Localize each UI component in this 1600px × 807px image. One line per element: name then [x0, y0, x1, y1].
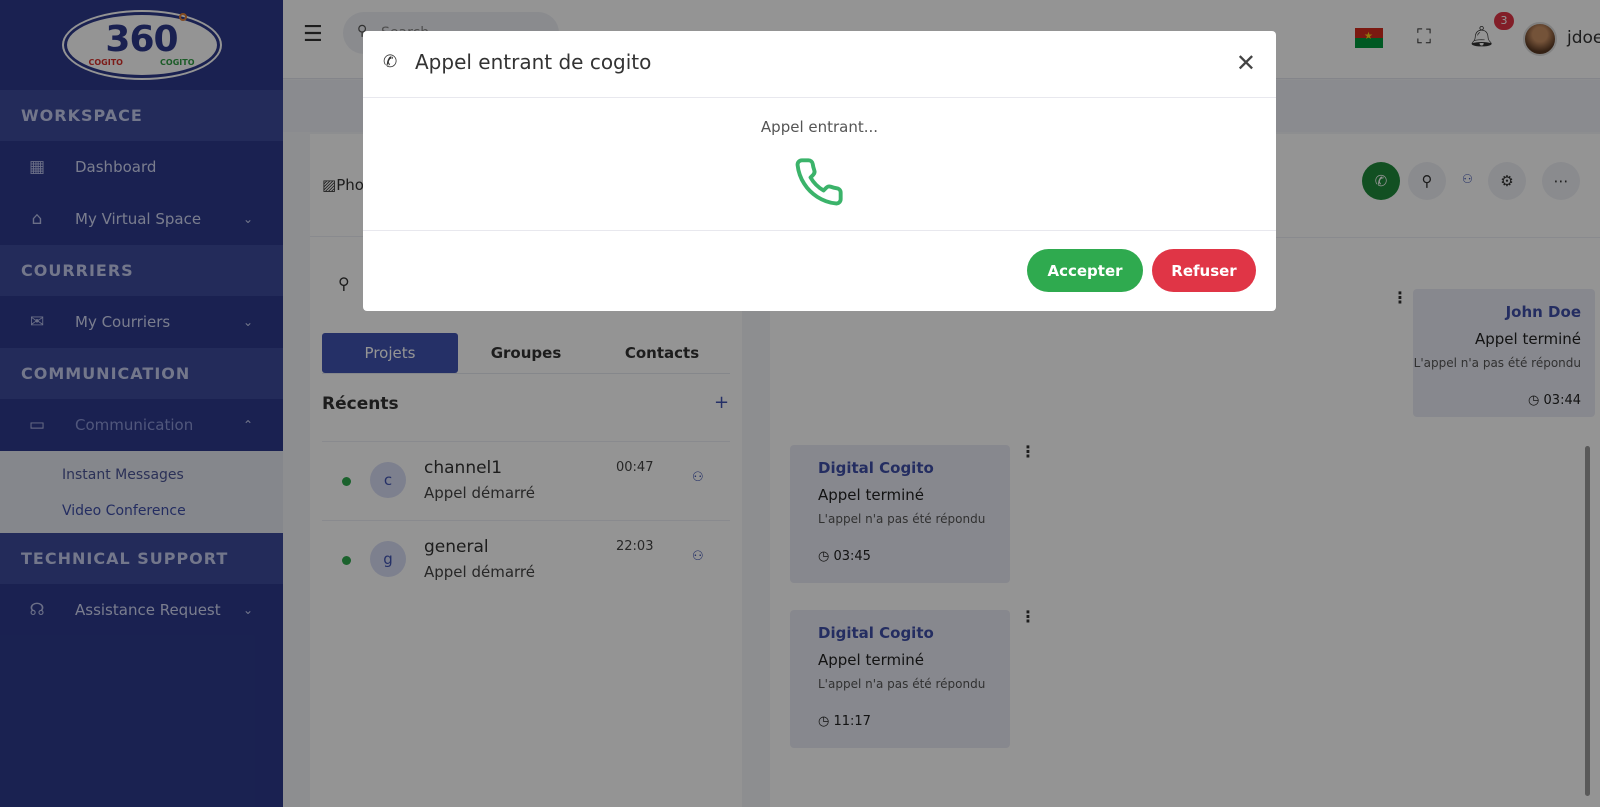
modal-header: ✆ Appel entrant de cogito ✕ — [363, 31, 1276, 98]
accept-button[interactable]: Accepter — [1027, 249, 1143, 292]
modal-footer: Accepter Refuser — [363, 231, 1276, 311]
refuse-button[interactable]: Refuser — [1152, 249, 1256, 292]
incoming-call-modal: ✆ Appel entrant de cogito ✕ Appel entran… — [363, 31, 1276, 311]
modal-body: Appel entrant... — [363, 98, 1276, 231]
phone-icon: ✆ — [383, 52, 398, 72]
call-status: Appel entrant... — [760, 118, 879, 136]
close-icon[interactable]: ✕ — [1236, 49, 1256, 77]
modal-title: Appel entrant de cogito — [415, 50, 652, 74]
ringing-phone-icon — [795, 158, 843, 206]
